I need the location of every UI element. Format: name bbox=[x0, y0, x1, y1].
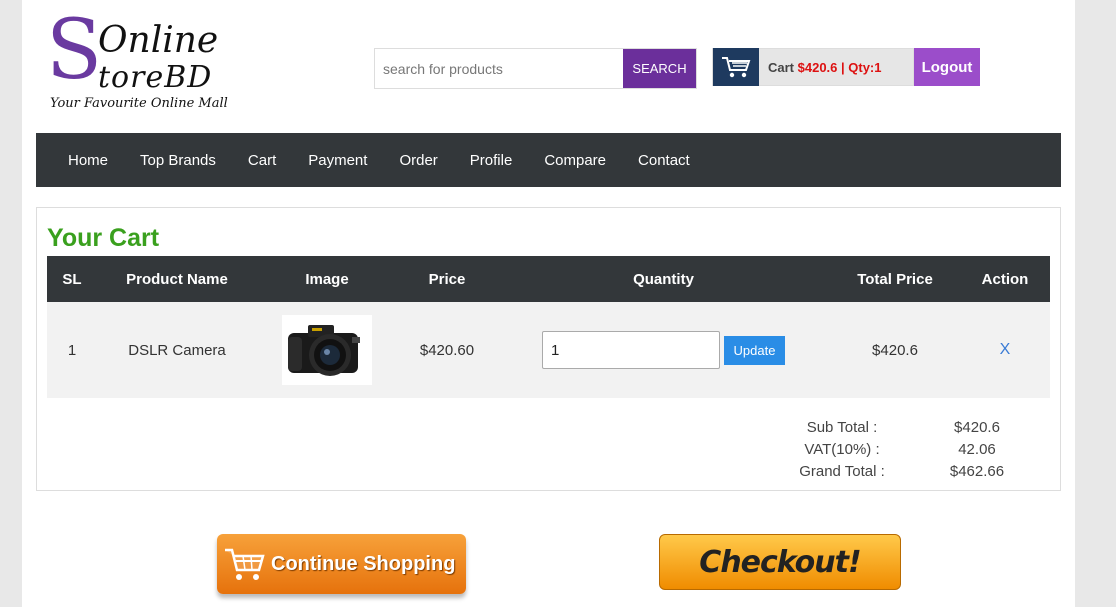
cart-summary-text: Cart $420.6 | Qty:1 bbox=[759, 60, 882, 75]
cart-icon bbox=[713, 48, 759, 86]
column-header-action: Action bbox=[960, 256, 1050, 302]
subtotal-label: Sub Total : bbox=[806, 418, 878, 436]
nav-item-home[interactable]: Home bbox=[68, 152, 108, 169]
subtotal-row: Sub Total : $420.6 bbox=[777, 416, 1047, 438]
nav-item-cart[interactable]: Cart bbox=[248, 152, 276, 169]
product-image-camera bbox=[282, 315, 372, 385]
checkout-label: Checkout! bbox=[699, 544, 861, 580]
cell-total-price: $420.6 bbox=[830, 302, 960, 398]
page-title: Your Cart bbox=[47, 224, 160, 252]
cell-sl: 1 bbox=[47, 302, 97, 398]
logo-line1: Online bbox=[98, 20, 219, 61]
table-header-row: SL Product Name Image Price Quantity Tot… bbox=[47, 256, 1050, 302]
column-header-price: Price bbox=[397, 256, 497, 302]
vat-label: VAT(10%) : bbox=[804, 440, 880, 458]
update-button[interactable]: Update bbox=[724, 335, 785, 365]
nav-item-contact[interactable]: Contact bbox=[638, 152, 690, 169]
cart-summary-label: Cart bbox=[768, 59, 795, 75]
quantity-input[interactable] bbox=[542, 331, 720, 369]
column-header-image: Image bbox=[257, 256, 397, 302]
cart-totals: Sub Total : $420.6 VAT(10%) : 42.06 Gran… bbox=[777, 416, 1047, 482]
cell-image bbox=[257, 302, 397, 398]
cart-panel: Your Cart SL Product Name Image Price Qu… bbox=[36, 207, 1061, 491]
logo-letter: S bbox=[46, 3, 103, 98]
cell-product-name: DSLR Camera bbox=[97, 302, 257, 398]
subtotal-value: $420.6 bbox=[954, 418, 1000, 436]
quantity-form: Update bbox=[497, 331, 830, 369]
header-cart-summary[interactable]: Cart $420.6 | Qty:1 bbox=[712, 48, 914, 86]
nav-item-compare[interactable]: Compare bbox=[544, 152, 606, 169]
page: S Online toreBD Your Favourite Online Ma… bbox=[22, 0, 1075, 607]
cart-summary-amount: $420.6 | Qty:1 bbox=[797, 59, 882, 75]
cell-price: $420.60 bbox=[397, 302, 497, 398]
shopping-cart-icon bbox=[223, 544, 265, 584]
nav-item-profile[interactable]: Profile bbox=[470, 152, 513, 169]
vat-value: 42.06 bbox=[958, 440, 996, 458]
logo-line2: toreBD bbox=[98, 60, 213, 95]
main-nav: Home Top Brands Cart Payment Order Profi… bbox=[36, 133, 1061, 187]
grand-total-row: Grand Total : $462.66 bbox=[777, 460, 1047, 482]
checkout-button[interactable]: Checkout! bbox=[659, 534, 901, 590]
table-row: 1 DSLR Camera $420.60 1 Update $420.6 X bbox=[47, 302, 1050, 398]
nav-item-top-brands[interactable]: Top Brands bbox=[140, 152, 216, 169]
column-header-total-price: Total Price bbox=[830, 256, 960, 302]
grand-total-label: Grand Total : bbox=[799, 462, 885, 480]
cell-action: X bbox=[960, 302, 1050, 398]
vat-row: VAT(10%) : 42.06 bbox=[777, 438, 1047, 460]
remove-item-button[interactable]: X bbox=[1000, 341, 1011, 358]
nav-item-order[interactable]: Order bbox=[399, 152, 437, 169]
cart-table: SL Product Name Image Price Quantity Tot… bbox=[47, 256, 1050, 398]
column-header-quantity: Quantity bbox=[497, 256, 830, 302]
grand-total-value: $462.66 bbox=[949, 462, 1005, 480]
search-bar: SEARCH bbox=[374, 48, 697, 89]
search-input[interactable] bbox=[375, 49, 623, 88]
search-button[interactable]: SEARCH bbox=[623, 49, 696, 88]
logo-tagline: Your Favourite Online Mall bbox=[50, 96, 228, 111]
site-logo[interactable]: S Online toreBD Your Favourite Online Ma… bbox=[46, 10, 266, 118]
column-header-sl: SL bbox=[47, 256, 97, 302]
nav-item-payment[interactable]: Payment bbox=[308, 152, 367, 169]
continue-shopping-label: Continue Shopping bbox=[271, 552, 456, 575]
cell-quantity: Update bbox=[497, 302, 830, 398]
column-header-product-name: Product Name bbox=[97, 256, 257, 302]
continue-shopping-button[interactable]: Continue Shopping bbox=[217, 534, 466, 594]
logout-button[interactable]: Logout bbox=[914, 48, 980, 86]
